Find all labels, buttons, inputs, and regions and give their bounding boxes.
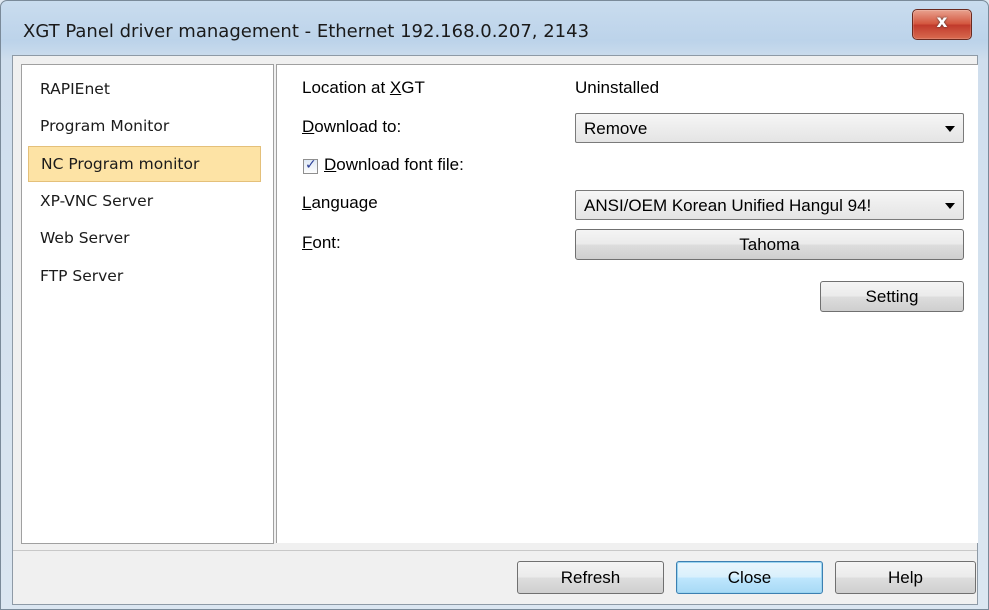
font-accel: F [302,233,313,252]
dialog-window: XGT Panel driver management - Ethernet 1… [0,0,989,610]
download-to-label: Download to: [302,117,401,137]
download-font-text: ownload font file: [336,155,464,174]
font-text: ont: [312,233,341,252]
setting-button[interactable]: Setting [820,281,964,312]
location-label-text: Location at [302,78,390,97]
download-to-text: ownload to: [314,117,402,136]
sidebar: RAPIEnet Program Monitor NC Program moni… [21,64,274,544]
close-button[interactable]: Close [676,561,823,594]
chevron-down-icon [945,126,955,132]
language-label: Language [302,193,378,213]
close-icon: x [936,12,948,32]
location-label: Location at XGT [302,78,425,98]
title-bar[interactable]: XGT Panel driver management - Ethernet 1… [1,1,988,53]
download-font-checkbox[interactable]: ✓ [303,157,318,174]
download-font-label[interactable]: Download font file: [324,155,464,175]
sidebar-item-rapienet[interactable]: RAPIEnet [28,71,261,107]
download-to-accel: D [302,117,315,136]
download-to-value: Remove [584,119,648,138]
settings-panel: Location at XGT Uninstalled Download to:… [276,64,978,543]
sidebar-item-program-monitor[interactable]: Program Monitor [28,108,261,144]
sidebar-item-nc-program-monitor[interactable]: NC Program monitor [28,146,261,182]
window-close-button[interactable]: x [912,9,972,40]
location-value: Uninstalled [575,78,660,97]
help-button[interactable]: Help [835,561,976,594]
checkmark-icon: ✓ [305,157,317,173]
sidebar-item-web-server[interactable]: Web Server [28,220,261,256]
language-dropdown[interactable]: ANSI/OEM Korean Unified Hangul 94! [575,190,964,220]
font-label: Font: [302,233,341,253]
dialog-client-area: RAPIEnet Program Monitor NC Program moni… [12,55,978,605]
language-text: anguage [311,193,378,212]
download-to-dropdown[interactable]: Remove [575,113,964,143]
sidebar-item-ftp-server[interactable]: FTP Server [28,258,261,294]
footer-divider [13,550,977,551]
window-title: XGT Panel driver management - Ethernet 1… [23,21,590,42]
location-label-accel: X [389,78,402,97]
font-select-button[interactable]: Tahoma [575,229,964,260]
chevron-down-icon [945,203,955,209]
language-value: ANSI/OEM Korean Unified Hangul 94! [584,196,872,215]
refresh-button[interactable]: Refresh [517,561,664,594]
sidebar-item-xp-vnc-server[interactable]: XP-VNC Server [28,183,261,219]
location-label-text-end: GT [401,78,425,97]
download-font-accel: D [324,155,337,174]
